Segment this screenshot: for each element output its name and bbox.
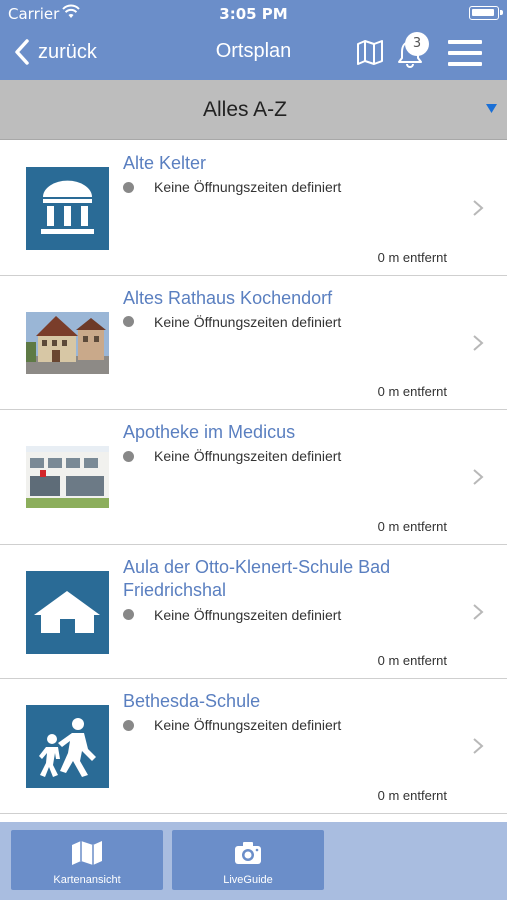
map-view-label: Kartenansicht xyxy=(53,874,121,886)
sort-filter-dropdown[interactable]: Alles A-Z xyxy=(0,80,507,140)
distance-label: 0 m entfernt xyxy=(377,249,447,265)
item-title: Aula der Otto-Klenert-Schule Bad Friedri… xyxy=(123,556,391,600)
chevron-right-icon xyxy=(473,334,484,351)
dropdown-arrow-icon xyxy=(486,104,497,113)
list-item[interactable]: Bethesda-Schule Keine Öffnungszeiten def… xyxy=(0,679,507,814)
status-dot xyxy=(123,181,134,193)
opening-status: Keine Öffnungszeiten definiert xyxy=(123,314,341,330)
distance-label: 0 m entfernt xyxy=(377,653,447,668)
chevron-left-icon xyxy=(15,39,29,65)
map-icon[interactable] xyxy=(356,39,384,65)
status-dot xyxy=(123,316,134,327)
item-title: Altes Rathaus Kochendorf xyxy=(123,287,333,308)
pharmacy-photo xyxy=(26,446,109,508)
clock: 3:05 PM xyxy=(219,5,288,23)
list-item[interactable]: Aula der Otto-Klenert-Schule Bad Friedri… xyxy=(0,544,507,679)
chevron-right-icon xyxy=(473,738,484,754)
status-dot xyxy=(123,450,134,462)
children-icon xyxy=(26,705,109,788)
opening-status: Keine Öffnungszeiten definiert xyxy=(123,179,341,195)
place-list: Alte Kelter Keine Öffnungszeiten definie… xyxy=(0,141,507,822)
item-title: Apotheke im Medicus xyxy=(123,422,296,442)
camera-icon xyxy=(235,842,261,864)
opening-status: Keine Öffnungszeiten definiert xyxy=(123,607,341,623)
bottom-toolbar: Kartenansicht LiveGuide xyxy=(0,822,507,900)
status-text: Keine Öffnungszeiten definiert xyxy=(154,313,342,330)
list-item[interactable]: Apotheke im Medicus Keine Öffnungszeiten… xyxy=(0,410,507,545)
status-text: Keine Öffnungszeiten definiert xyxy=(154,448,342,464)
status-text: Keine Öffnungszeiten definiert xyxy=(154,717,342,733)
hamburger-menu-icon[interactable] xyxy=(448,40,482,66)
item-title: Alte Kelter xyxy=(123,153,207,173)
list-item[interactable]: Altes Rathaus Kochendorf Keine Öffnungsz… xyxy=(0,275,507,410)
back-label: zurück xyxy=(38,40,97,63)
opening-status: Keine Öffnungszeiten definiert xyxy=(123,448,341,464)
list-item[interactable]: Alte Kelter Keine Öffnungszeiten definie… xyxy=(0,141,507,276)
back-button[interactable]: zurück xyxy=(10,36,97,68)
distance-label: 0 m entfernt xyxy=(377,787,447,803)
town-hall-photo xyxy=(26,311,109,374)
chevron-right-icon xyxy=(473,469,484,485)
map-icon xyxy=(72,841,102,865)
chevron-right-icon xyxy=(473,200,484,216)
status-bar: Carrier 3:05 PM xyxy=(0,0,507,26)
distance-label: 0 m entfernt xyxy=(377,384,447,399)
chevron-right-icon xyxy=(473,603,484,620)
museum-icon xyxy=(26,167,109,250)
liveguide-label: LiveGuide xyxy=(223,874,273,886)
status-text: Keine Öffnungszeiten definiert xyxy=(154,179,342,195)
notification-badge: 3 xyxy=(405,32,429,56)
liveguide-button[interactable]: LiveGuide xyxy=(172,830,324,890)
distance-label: 0 m entfernt xyxy=(377,518,447,534)
opening-status: Keine Öffnungszeiten definiert xyxy=(123,717,341,733)
filter-label: Alles A-Z xyxy=(202,98,288,121)
item-title: Bethesda-Schule xyxy=(123,691,261,711)
navigation-bar: zurück Ortsplan 3 xyxy=(0,26,507,80)
map-view-button[interactable]: Kartenansicht xyxy=(11,830,163,890)
status-text: Keine Öffnungszeiten definiert xyxy=(154,606,342,623)
hall-icon xyxy=(26,570,109,654)
status-dot xyxy=(123,719,134,731)
status-dot xyxy=(123,609,134,620)
battery-icon xyxy=(469,6,503,20)
